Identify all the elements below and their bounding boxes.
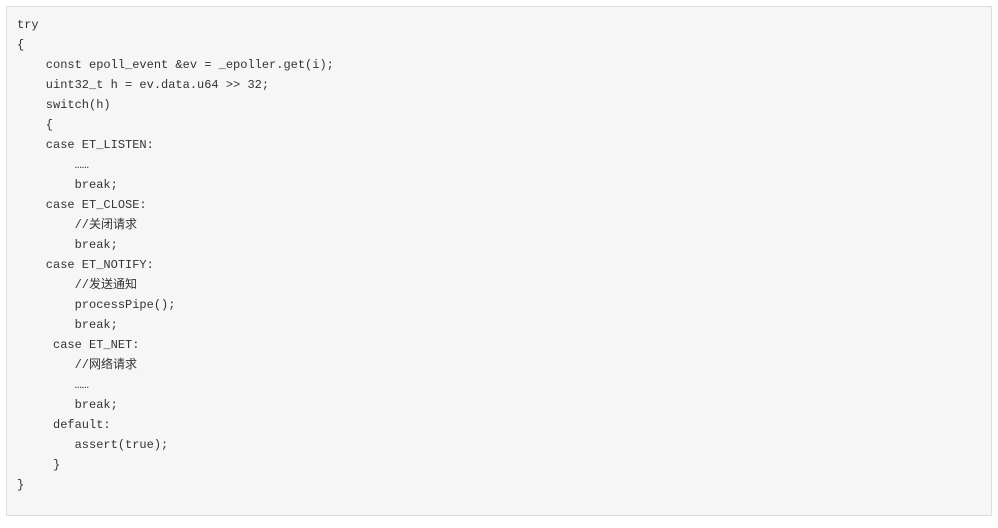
code-line: { [17,35,981,55]
code-line: } [17,475,981,495]
code-line: break; [17,395,981,415]
code-line: case ET_NOTIFY: [17,255,981,275]
code-line: try [17,15,981,35]
code-line: break; [17,315,981,335]
code-line: case ET_NET: [17,335,981,355]
code-line: //发送通知 [17,275,981,295]
code-line: const epoll_event &ev = _epoller.get(i); [17,55,981,75]
code-line: …… [17,375,981,395]
code-line: break; [17,175,981,195]
code-line: } [17,455,981,475]
code-line: case ET_LISTEN: [17,135,981,155]
code-line: //关闭请求 [17,215,981,235]
code-line: //网络请求 [17,355,981,375]
code-line: …… [17,155,981,175]
code-line: assert(true); [17,435,981,455]
code-line: case ET_CLOSE: [17,195,981,215]
code-line: uint32_t h = ev.data.u64 >> 32; [17,75,981,95]
code-block: try{ const epoll_event &ev = _epoller.ge… [6,6,992,516]
code-line: switch(h) [17,95,981,115]
code-line: break; [17,235,981,255]
code-line: { [17,115,981,135]
code-line: processPipe(); [17,295,981,315]
code-line: default: [17,415,981,435]
